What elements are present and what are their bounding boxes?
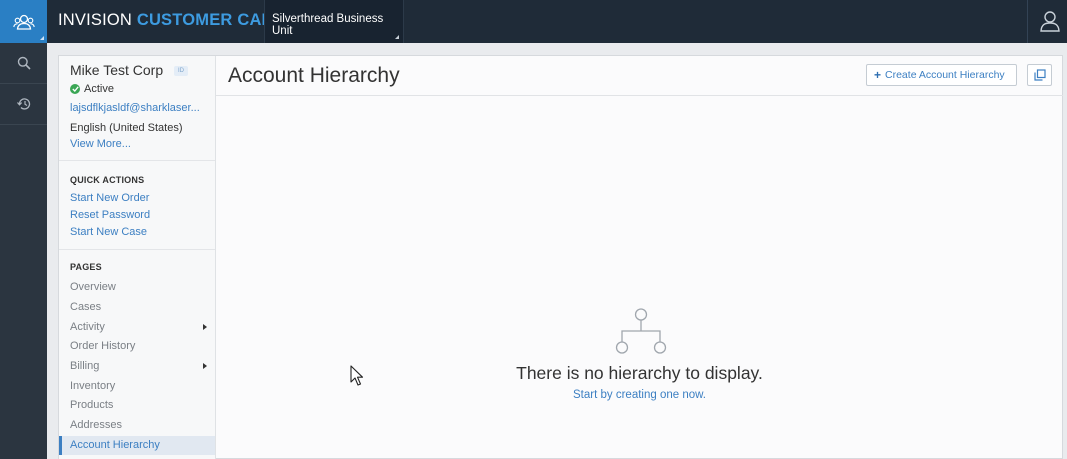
page-item-billing[interactable]: Billing: [59, 357, 215, 376]
create-button-label: Create Account Hierarchy: [885, 69, 1005, 81]
brand-product: CUSTOMER CARE: [136, 11, 285, 29]
plus-icon: +: [874, 68, 882, 82]
history-button[interactable]: [0, 84, 47, 125]
search-button[interactable]: [0, 43, 47, 84]
page-item-account-hierarchy[interactable]: Account Hierarchy: [59, 436, 215, 455]
main-panel: Mike Test Corp ID Active lajsdflkjasldf@…: [58, 55, 1063, 459]
start-new-order-link[interactable]: Start New Order: [70, 192, 149, 204]
popout-icon: [1033, 69, 1046, 81]
page-item-cases[interactable]: Cases: [59, 298, 215, 317]
pages-heading: PAGES: [70, 262, 102, 272]
account-language: English (United States): [70, 122, 183, 134]
brand-name: INVISION: [58, 11, 133, 29]
top-bar: INVISION CUSTOMER CARE Silverthread Busi…: [0, 0, 1067, 43]
app-brand: INVISION CUSTOMER CARE: [58, 11, 285, 30]
quick-actions-heading: QUICK ACTIONS: [70, 175, 145, 185]
page-title: Account Hierarchy: [228, 64, 400, 87]
page-item-overview[interactable]: Overview: [59, 278, 215, 297]
left-rail: [0, 43, 47, 459]
sidebar-divider: [59, 249, 215, 250]
user-menu-button[interactable]: [1036, 7, 1064, 35]
hierarchy-icon: [615, 308, 667, 354]
account-email-link[interactable]: lajsdflkjasldf@sharklaser...: [70, 102, 200, 114]
users-icon: [12, 14, 35, 30]
sidebar-divider: [59, 160, 215, 161]
page-item-activity[interactable]: Activity: [59, 318, 215, 337]
chevron-right-icon: [203, 324, 207, 330]
empty-state-title: There is no hierarchy to display.: [516, 363, 763, 383]
business-unit-label: Silverthread Business Unit: [272, 13, 384, 37]
view-more-link[interactable]: View More...: [70, 138, 131, 150]
account-status-text: Active: [84, 83, 114, 95]
page-item-addresses[interactable]: Addresses: [59, 416, 215, 435]
page-item-products[interactable]: Products: [59, 396, 215, 415]
user-icon: [1040, 11, 1060, 32]
start-new-case-link[interactable]: Start New Case: [70, 226, 147, 238]
empty-state-create-link[interactable]: Start by creating one now.: [216, 389, 1063, 401]
account-id-badge[interactable]: ID: [174, 66, 188, 76]
page-item-label: Activity: [70, 321, 105, 333]
chevron-right-icon: [203, 363, 207, 369]
top-bar-divider: [1027, 0, 1028, 43]
menu-corner-indicator: [40, 36, 44, 40]
page-item-label: Billing: [70, 360, 100, 372]
selector-corner-indicator: [395, 35, 399, 39]
search-icon: [17, 56, 31, 70]
account-name: Mike Test Corp: [70, 62, 164, 78]
history-icon: [16, 98, 30, 110]
account-sidebar: Mike Test Corp ID Active lajsdflkjasldf@…: [59, 56, 216, 459]
app-menu-button[interactable]: [0, 0, 47, 43]
business-unit-selector[interactable]: Silverthread Business Unit: [264, 0, 404, 43]
content-header-divider: [216, 95, 1063, 96]
check-circle-icon: [70, 84, 80, 94]
create-account-hierarchy-button[interactable]: + Create Account Hierarchy: [866, 64, 1017, 86]
page-item-order-history[interactable]: Order History: [59, 337, 215, 356]
popout-button[interactable]: [1027, 64, 1052, 86]
page-item-inventory[interactable]: Inventory: [59, 377, 215, 396]
mouse-cursor-icon: [350, 365, 364, 386]
account-status: Active: [70, 83, 114, 95]
reset-password-link[interactable]: Reset Password: [70, 209, 150, 221]
